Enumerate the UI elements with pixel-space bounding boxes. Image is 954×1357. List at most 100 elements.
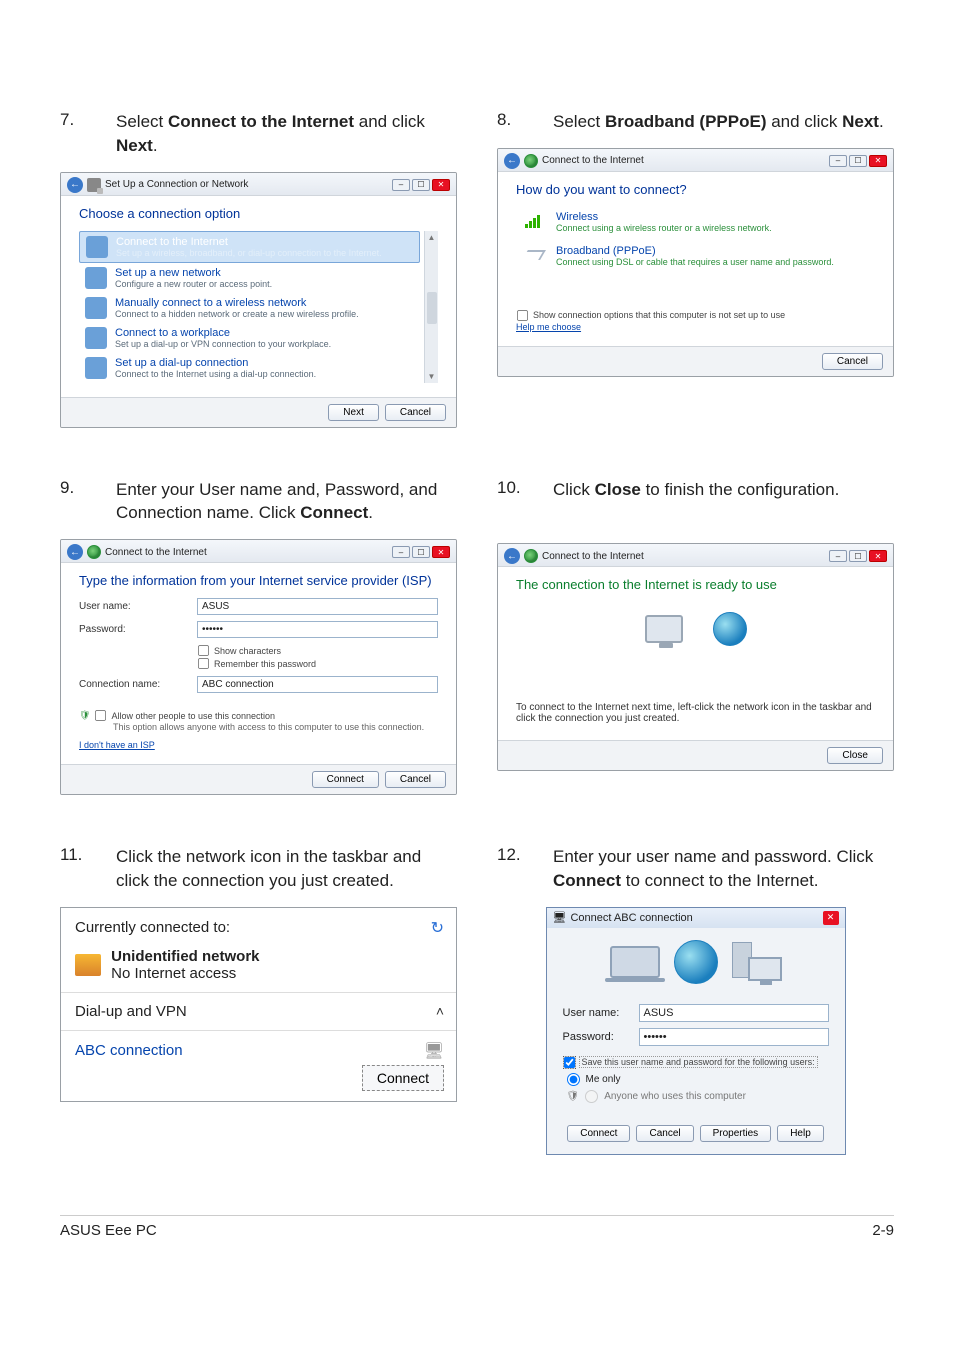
- cancel-button[interactable]: Cancel: [385, 771, 446, 788]
- option-connect-internet[interactable]: Connect to the Internet Set up a wireles…: [79, 231, 420, 263]
- radio-me-only[interactable]: Me only: [567, 1073, 829, 1086]
- option-sub: Connect to a hidden network or create a …: [115, 309, 359, 319]
- connection-item-abc[interactable]: ABC connection: [75, 1042, 183, 1059]
- next-button[interactable]: Next: [328, 404, 379, 421]
- option-new-network[interactable]: Set up a new network Configure a new rou…: [79, 263, 420, 293]
- close-button[interactable]: Close: [827, 747, 883, 764]
- password-label: Password:: [563, 1031, 633, 1043]
- step-7: 7. Select Connect to the Internet and cl…: [60, 110, 457, 158]
- globe-icon: [524, 154, 538, 168]
- back-icon[interactable]: ←: [504, 153, 520, 169]
- option-sub: Set up a dial-up or VPN connection to yo…: [115, 339, 331, 349]
- scroll-down-icon[interactable]: ▼: [428, 372, 436, 381]
- help-link[interactable]: Help me choose: [516, 322, 875, 332]
- back-icon[interactable]: ←: [504, 548, 520, 564]
- dialog-heading: Type the information from your Internet …: [79, 573, 438, 588]
- arrow-icon: [522, 250, 546, 260]
- option-broadband[interactable]: Broadband (PPPoE) Connect using DSL or c…: [516, 241, 875, 271]
- option-workplace[interactable]: Connect to a workplace Set up a dial-up …: [79, 323, 420, 353]
- properties-button[interactable]: Properties: [700, 1125, 772, 1142]
- connect-illustration: [547, 928, 845, 996]
- username-input[interactable]: ASUS: [639, 1004, 829, 1022]
- close-button[interactable]: ✕: [823, 911, 839, 925]
- help-button[interactable]: Help: [777, 1125, 824, 1142]
- option-title: Set up a new network: [115, 267, 272, 279]
- option-sub: Connect using a wireless router or a wir…: [556, 223, 772, 233]
- option-manual-wireless[interactable]: Manually connect to a wireless network C…: [79, 293, 420, 323]
- refresh-icon[interactable]: ↻: [431, 918, 444, 938]
- remember-password-checkbox[interactable]: Remember this password: [197, 657, 438, 670]
- maximize-button[interactable]: ☐: [412, 179, 430, 191]
- step-text: Click the network icon in the taskbar an…: [116, 845, 457, 893]
- scrollbar[interactable]: ▲ ▼: [424, 231, 438, 383]
- step-text: Enter your User name and, Password, and …: [116, 478, 457, 526]
- scroll-up-icon[interactable]: ▲: [428, 233, 436, 242]
- option-wireless[interactable]: Wireless Connect using a wireless router…: [516, 207, 875, 237]
- dialog-heading: The connection to the Internet is ready …: [516, 577, 875, 592]
- radio-label: Anyone who uses this computer: [604, 1091, 746, 1102]
- username-input[interactable]: ASUS: [197, 598, 438, 615]
- password-label: Password:: [79, 624, 189, 635]
- radio-anyone[interactable]: 🛡 Anyone who uses this computer: [567, 1090, 829, 1103]
- step-number: 12.: [497, 845, 535, 893]
- back-icon[interactable]: ←: [67, 544, 83, 560]
- network-status: No Internet access: [111, 965, 236, 982]
- checkbox-label: Show characters: [214, 646, 281, 656]
- checkbox-icon[interactable]: [198, 645, 209, 656]
- step-12: 12. Enter your user name and password. C…: [497, 845, 894, 893]
- close-button[interactable]: ✕: [432, 546, 450, 558]
- minimize-button[interactable]: –: [392, 179, 410, 191]
- maximize-button[interactable]: ☐: [412, 546, 430, 558]
- connection-name-input[interactable]: ABC connection: [197, 676, 438, 693]
- password-input[interactable]: ••••••: [639, 1028, 829, 1046]
- show-characters-checkbox[interactable]: Show characters: [197, 644, 438, 657]
- dialup-section-label: Dial-up and VPN: [75, 1003, 187, 1020]
- no-isp-link[interactable]: I don't have an ISP: [79, 740, 438, 750]
- allow-others-checkbox[interactable]: 🛡 Allow other people to use this connect…: [79, 709, 438, 722]
- close-button[interactable]: ✕: [869, 550, 887, 562]
- minimize-button[interactable]: –: [829, 550, 847, 562]
- window-title: Connect to the Internet: [105, 547, 207, 558]
- maximize-button[interactable]: ☐: [849, 155, 867, 167]
- show-more-checkbox[interactable]: Show connection options that this comput…: [516, 309, 875, 322]
- network-status-icon: [75, 954, 101, 976]
- checkbox-label: Allow other people to use this connectio…: [111, 711, 275, 721]
- option-sub: Configure a new router or access point.: [115, 279, 272, 289]
- minimize-button[interactable]: –: [829, 155, 847, 167]
- checkbox-icon[interactable]: [563, 1057, 574, 1068]
- username-label: User name:: [563, 1007, 633, 1019]
- wifi-icon: [85, 297, 107, 319]
- back-icon[interactable]: ←: [67, 177, 83, 193]
- close-button[interactable]: ✕: [869, 155, 887, 167]
- cancel-button[interactable]: Cancel: [385, 404, 446, 421]
- checkbox-icon[interactable]: [95, 710, 106, 721]
- connect-button[interactable]: Connect: [567, 1125, 630, 1142]
- radio-icon[interactable]: [585, 1090, 598, 1103]
- shield-icon: 🛡: [79, 710, 90, 721]
- router-icon: [85, 267, 107, 289]
- scroll-thumb[interactable]: [427, 292, 437, 324]
- checkbox-icon[interactable]: [517, 310, 528, 321]
- step-number: 8.: [497, 110, 535, 134]
- password-input[interactable]: ••••••: [197, 621, 438, 638]
- monitor-icon: [748, 957, 782, 981]
- dialog-isp-info: ← Connect to the Internet – ☐ ✕ Type the…: [60, 539, 457, 795]
- radio-icon[interactable]: [567, 1073, 580, 1086]
- chevron-up-icon[interactable]: ˄: [436, 1003, 444, 1019]
- cancel-button[interactable]: Cancel: [822, 353, 883, 370]
- cancel-button[interactable]: Cancel: [636, 1125, 693, 1142]
- checkbox-label: Remember this password: [214, 659, 316, 669]
- save-credentials-checkbox[interactable]: Save this user name and password for the…: [563, 1056, 829, 1069]
- network-name: Unidentified network: [111, 948, 259, 965]
- dialog-set-up-connection: ← Set Up a Connection or Network – ☐ ✕ C…: [60, 172, 457, 428]
- minimize-button[interactable]: –: [392, 546, 410, 558]
- connect-button[interactable]: Connect: [312, 771, 379, 788]
- globe-icon: [713, 612, 747, 646]
- option-dialup[interactable]: Set up a dial-up connection Connect to t…: [79, 353, 420, 383]
- maximize-button[interactable]: ☐: [849, 550, 867, 562]
- checkbox-icon[interactable]: [198, 658, 209, 669]
- option-title: Set up a dial-up connection: [115, 357, 316, 369]
- bars-icon: [525, 214, 543, 228]
- connect-button[interactable]: Connect: [362, 1065, 444, 1091]
- close-button[interactable]: ✕: [432, 179, 450, 191]
